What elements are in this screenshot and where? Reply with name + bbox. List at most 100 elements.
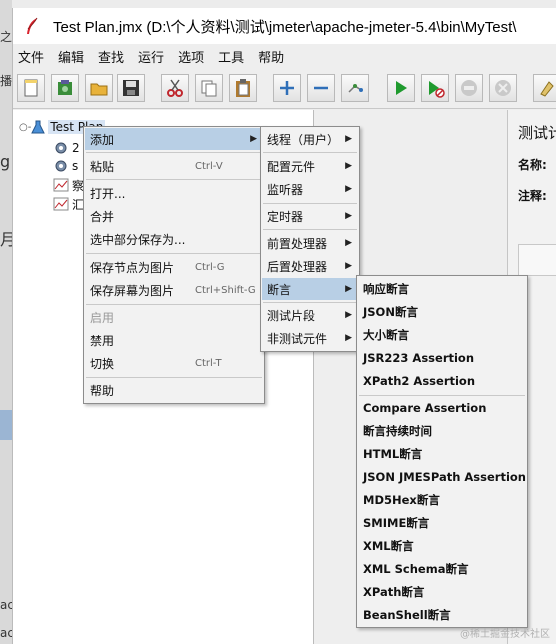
menu-item-toggle[interactable]: 切换 Ctrl-T xyxy=(85,352,263,374)
menu-help[interactable]: 帮助 xyxy=(258,47,284,66)
menu-item-listener[interactable]: 监听器 ▶ xyxy=(262,178,358,200)
menu-item-save-selection[interactable]: 选中部分保存为... xyxy=(85,228,263,250)
templates-button[interactable] xyxy=(51,74,79,102)
menu-bar: 文件 编辑 查找 运行 选项 工具 帮助 xyxy=(13,44,556,68)
menu-item-test-fragment[interactable]: 测试片段 ▶ xyxy=(262,304,358,326)
menu-separator xyxy=(86,152,262,153)
clear-button[interactable] xyxy=(533,74,556,102)
tree-node[interactable]: s xyxy=(53,157,78,175)
menu-item-open[interactable]: 打开... xyxy=(85,182,263,204)
tree-node[interactable]: 察 xyxy=(53,176,84,194)
menu-item-save-screen-image[interactable]: 保存屏幕为图片 Ctrl+Shift-G xyxy=(85,279,263,301)
menu-item-label: MD5Hex断言 xyxy=(363,493,440,507)
stop-button[interactable] xyxy=(455,74,483,102)
menu-item-xml-schema-assertion[interactable]: XML Schema断言 xyxy=(358,558,526,580)
menu-separator xyxy=(86,253,262,254)
menu-options[interactable]: 选项 xyxy=(178,47,204,66)
menu-separator xyxy=(263,302,357,303)
menu-item-post-processor[interactable]: 后置处理器 ▶ xyxy=(262,255,358,277)
window-title: Test Plan.jmx (D:\个人资料\测试\jmeter\apache-… xyxy=(53,18,517,36)
menu-item-label: 切换 xyxy=(90,356,115,371)
menu-item-label: 后置处理器 xyxy=(267,259,328,274)
menu-item-label: JSON断言 xyxy=(363,305,418,319)
title-bar[interactable]: Test Plan.jmx (D:\个人资料\测试\jmeter\apache-… xyxy=(13,8,556,44)
new-button[interactable] xyxy=(17,74,45,102)
tree-node[interactable]: 2 xyxy=(53,139,80,157)
menu-item-label: 合并 xyxy=(90,209,115,224)
menu-item-label: 保存屏幕为图片 xyxy=(90,283,175,298)
submenu-arrow-icon: ▶ xyxy=(345,161,352,171)
paste-button[interactable] xyxy=(229,74,257,102)
background-window-strip: 之 播 g 月 ac ac xyxy=(0,0,16,644)
watermark: @稀土掘金技术社区 xyxy=(460,629,550,640)
submenu-arrow-icon: ▶ xyxy=(345,310,352,320)
menu-item-timer[interactable]: 定时器 ▶ xyxy=(262,205,358,227)
menu-item-label: 帮助 xyxy=(90,383,115,398)
menu-item-assertion[interactable]: 断言 ▶ xyxy=(262,278,358,300)
submenu-arrow-icon: ▶ xyxy=(345,333,352,343)
menu-edit[interactable]: 编辑 xyxy=(58,47,84,66)
menu-item-label: 线程（用户） xyxy=(267,132,340,147)
menu-item-pre-processor[interactable]: 前置处理器 ▶ xyxy=(262,232,358,254)
menu-item-label: 大小断言 xyxy=(363,328,409,342)
menu-item-label: 断言持续时间 xyxy=(363,424,432,438)
menu-separator xyxy=(86,179,262,180)
menu-item-xpath2-assertion[interactable]: XPath2 Assertion xyxy=(358,370,526,392)
copy-button[interactable] xyxy=(195,74,223,102)
menu-run[interactable]: 运行 xyxy=(138,47,164,66)
cut-button[interactable] xyxy=(161,74,189,102)
save-icon xyxy=(123,80,139,96)
menu-item-label: XML断言 xyxy=(363,539,414,553)
toggle-button[interactable] xyxy=(341,74,369,102)
shutdown-icon xyxy=(495,80,511,96)
menu-item-label: 断言 xyxy=(267,282,292,297)
menu-separator xyxy=(359,395,525,396)
shortcut-label: Ctrl-T xyxy=(195,357,222,369)
menu-item-help[interactable]: 帮助 xyxy=(85,379,263,401)
add-submenu: 线程（用户） ▶ 配置元件 ▶ 监听器 ▶ 定时器 ▶ 前置处理器 ▶ 后置处理… xyxy=(260,126,360,352)
save-button[interactable] xyxy=(117,74,145,102)
menu-item-beanshell-assertion[interactable]: BeanShell断言 xyxy=(358,604,526,626)
submenu-arrow-icon: ▶ xyxy=(345,261,352,271)
menu-tools[interactable]: 工具 xyxy=(218,47,244,66)
variables-table[interactable] xyxy=(518,244,556,276)
tree-node[interactable]: 汇 xyxy=(53,195,84,213)
menu-item-duration-assertion[interactable]: 断言持续时间 xyxy=(358,420,526,442)
menu-item-save-node-image[interactable]: 保存节点为图片 Ctrl-G xyxy=(85,256,263,278)
menu-item-label: 监听器 xyxy=(267,182,304,197)
menu-item-non-test-elements[interactable]: 非测试元件 ▶ xyxy=(262,327,358,349)
tree-expand-handle-icon[interactable]: ○- xyxy=(19,122,31,133)
menu-item-disable[interactable]: 禁用 xyxy=(85,329,263,351)
menu-item-jsr223-assertion[interactable]: JSR223 Assertion xyxy=(358,347,526,369)
shutdown-button[interactable] xyxy=(489,74,517,102)
paste-icon xyxy=(236,79,250,97)
start-button[interactable] xyxy=(387,74,415,102)
menu-file[interactable]: 文件 xyxy=(18,47,44,66)
menu-item-config-element[interactable]: 配置元件 ▶ xyxy=(262,155,358,177)
menu-item-threads[interactable]: 线程（用户） ▶ xyxy=(262,128,358,150)
new-icon xyxy=(24,79,38,97)
collapse-button[interactable] xyxy=(307,74,335,102)
menu-item-xml-assertion[interactable]: XML断言 xyxy=(358,535,526,557)
menu-item-merge[interactable]: 合并 xyxy=(85,205,263,227)
menu-item-xpath-assertion[interactable]: XPath断言 xyxy=(358,581,526,603)
submenu-arrow-icon: ▶ xyxy=(250,134,257,144)
menu-item-label: 定时器 xyxy=(267,209,304,224)
submenu-arrow-icon: ▶ xyxy=(345,284,352,294)
menu-search[interactable]: 查找 xyxy=(98,47,124,66)
menu-item-size-assertion[interactable]: 大小断言 xyxy=(358,324,526,346)
menu-item-label: XML Schema断言 xyxy=(363,562,469,576)
menu-item-response-assertion[interactable]: 响应断言 xyxy=(358,278,526,300)
menu-item-json-jmespath-assertion[interactable]: JSON JMESPath Assertion xyxy=(358,466,526,488)
start-no-pause-button[interactable] xyxy=(421,74,449,102)
menu-item-md5hex-assertion[interactable]: MD5Hex断言 xyxy=(358,489,526,511)
open-button[interactable] xyxy=(85,74,113,102)
menu-item-html-assertion[interactable]: HTML断言 xyxy=(358,443,526,465)
menu-item-smime-assertion[interactable]: SMIME断言 xyxy=(358,512,526,534)
expand-button[interactable] xyxy=(273,74,301,102)
menu-item-paste[interactable]: 粘贴 Ctrl-V xyxy=(85,155,263,177)
menu-item-add[interactable]: 添加 ▶ xyxy=(85,128,263,150)
menu-item-compare-assertion[interactable]: Compare Assertion xyxy=(358,397,526,419)
background-selection xyxy=(0,410,12,440)
menu-item-json-assertion[interactable]: JSON断言 xyxy=(358,301,526,323)
